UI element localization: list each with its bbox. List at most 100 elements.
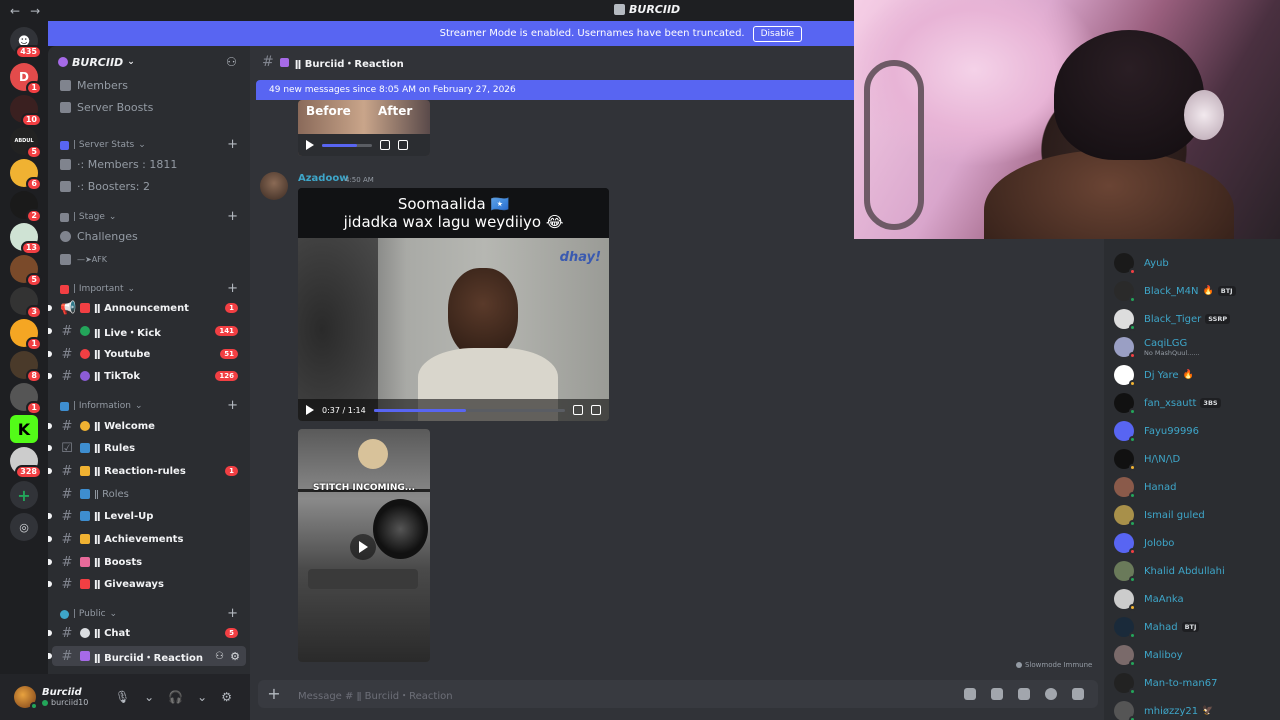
gear-icon[interactable]: ⚙	[221, 690, 232, 704]
server-icon[interactable]: 3	[10, 287, 42, 319]
channel-chat[interactable]: # ǁ Chat 5	[48, 623, 250, 643]
chevron-down-icon[interactable]: ⌄	[197, 690, 207, 704]
create-channel-plus-icon[interactable]: +	[227, 209, 238, 224]
server-icon[interactable]: 5	[10, 255, 42, 287]
channel-announcement[interactable]: 📢 ǁ Announcement 1	[48, 298, 250, 318]
members-nav[interactable]: Members	[60, 76, 128, 94]
message-composer[interactable]: + Message # ǁ Burciid・Reaction	[258, 680, 1098, 708]
headphones-icon[interactable]: 🎧	[168, 690, 183, 704]
sticker-icon[interactable]	[1018, 688, 1030, 700]
member-item[interactable]: Hanad	[1114, 475, 1176, 499]
play-icon[interactable]	[306, 140, 314, 150]
challenges-stage-channel[interactable]: Challenges	[60, 227, 138, 245]
direct-messages-button[interactable]: ☻ 435	[10, 27, 42, 59]
forward-arrow-icon[interactable]: →	[30, 4, 40, 18]
emoji-icon[interactable]	[1045, 688, 1057, 700]
afk-voice-channel[interactable]: —➤AFK	[60, 250, 107, 268]
server-boosts-nav[interactable]: Server Boosts	[60, 98, 153, 116]
fullscreen-icon[interactable]	[398, 140, 408, 150]
member-item[interactable]: MaAnka	[1114, 587, 1184, 611]
channel-reaction-rules[interactable]: # ǁ Reaction-rules 1	[48, 461, 250, 481]
video-progress[interactable]	[373, 408, 565, 412]
channel-live-kick[interactable]: # ǁ Live・Kick 141	[48, 321, 250, 341]
member-item[interactable]: fan_xsautt 3BS	[1114, 391, 1221, 415]
server-icon[interactable]: ABDUL 5	[10, 127, 42, 159]
play-overlay-button[interactable]	[350, 534, 376, 560]
member-item[interactable]: Jolobo	[1114, 531, 1174, 555]
new-messages-bar[interactable]: 49 new messages since 8:05 AM on Februar…	[256, 80, 854, 100]
apps-icon[interactable]	[1072, 688, 1084, 700]
category-information[interactable]: | Information ⌄	[60, 398, 143, 414]
create-channel-plus-icon[interactable]: +	[227, 137, 238, 152]
video-embed-2[interactable]: STITCH INCOMING...	[298, 429, 430, 662]
gear-icon[interactable]: ⚙	[230, 650, 240, 663]
category-important[interactable]: | Important ⌄	[60, 281, 135, 297]
server-icon[interactable]: 1	[10, 383, 42, 415]
server-icon[interactable]: D1	[10, 63, 42, 95]
attach-plus-icon[interactable]: +	[266, 686, 282, 702]
server-icon[interactable]: 6	[10, 159, 42, 191]
chevron-down-icon[interactable]: ⌄	[144, 690, 154, 704]
server-icon[interactable]: 1	[10, 319, 42, 351]
user-avatar[interactable]	[14, 686, 38, 710]
disable-streamer-mode-button[interactable]: Disable	[752, 25, 802, 42]
member-item[interactable]: Dj Yare 🔥	[1114, 363, 1194, 387]
microphone-icon[interactable]: 🎙	[115, 690, 130, 704]
channel-rules[interactable]: ☑ ǁ Rules	[48, 438, 250, 458]
channel-achievements[interactable]: # ǁ Achievements	[48, 529, 250, 549]
explore-servers-button[interactable]: ◎	[10, 513, 38, 541]
member-item[interactable]: Fayu99996	[1114, 419, 1199, 443]
stat-boosters-channel[interactable]: ·: Boosters: 2	[60, 177, 150, 195]
play-icon[interactable]	[306, 405, 314, 415]
member-item[interactable]: CaqiLGG No MashQuul......	[1114, 335, 1200, 359]
gif-icon[interactable]	[991, 688, 1003, 700]
channel-boosts[interactable]: # ǁ Boosts	[48, 552, 250, 572]
member-item[interactable]: H/\N/\D	[1114, 447, 1180, 471]
member-item[interactable]: Ismail guled	[1114, 503, 1205, 527]
channel-welcome[interactable]: # ǁ Welcome	[48, 416, 250, 436]
member-item[interactable]: Black_Tiger SSRP	[1114, 307, 1231, 331]
invite-people-icon[interactable]: ⚇	[226, 55, 240, 69]
create-channel-plus-icon[interactable]: +	[227, 398, 238, 413]
video-embed-1[interactable]: Soomaalida 🇸🇴 jidadka wax lagu weydiiyo …	[298, 188, 609, 421]
create-channel-plus-icon[interactable]: +	[227, 281, 238, 296]
message-author[interactable]: Azadoow	[298, 173, 348, 184]
member-item[interactable]: Man-to-man67	[1114, 671, 1217, 695]
invite-icon[interactable]: ⚇	[215, 651, 224, 662]
guild-header[interactable]: BURCIID ⌄ ⚇	[48, 46, 250, 78]
server-icon[interactable]: 2	[10, 191, 42, 223]
server-icon[interactable]: 328	[10, 447, 42, 479]
member-item[interactable]: Mahad BTJ	[1114, 615, 1200, 639]
volume-slider[interactable]	[322, 143, 372, 147]
channel-roles[interactable]: # ǁ Roles	[48, 484, 250, 504]
member-item[interactable]: Khalid Abdullahi	[1114, 559, 1225, 583]
message-input[interactable]: Message # ǁ Burciid・Reaction	[298, 687, 453, 702]
author-avatar[interactable]	[260, 172, 288, 200]
server-icon[interactable]: K	[10, 415, 38, 443]
stat-members-channel[interactable]: ·: Members : 1811	[60, 155, 177, 173]
volume-icon[interactable]	[380, 140, 390, 150]
channel-tiktok[interactable]: # ǁ TikTok 126	[48, 366, 250, 386]
video-embed-top[interactable]: Before After	[298, 100, 430, 156]
member-item[interactable]: mhiøzzy21 🦅	[1114, 699, 1213, 720]
category-stage[interactable]: | Stage ⌄	[60, 209, 116, 225]
user-names[interactable]: Burciid burciid10	[42, 687, 88, 707]
back-arrow-icon[interactable]: ←	[10, 4, 20, 18]
volume-icon[interactable]	[573, 405, 583, 415]
fullscreen-icon[interactable]	[591, 405, 601, 415]
add-server-button[interactable]: +	[10, 481, 38, 509]
member-item[interactable]: Ayub	[1114, 251, 1169, 275]
create-channel-plus-icon[interactable]: +	[227, 606, 238, 621]
server-icon[interactable]: 10	[10, 95, 42, 127]
channel-giveaways[interactable]: # ǁ Giveaways	[48, 574, 250, 594]
server-icon[interactable]: 13	[10, 223, 42, 255]
gift-icon[interactable]	[964, 688, 976, 700]
channel-burciid-reaction[interactable]: # ǁ Burciid・Reaction ⚇ ⚙	[48, 646, 246, 666]
category-public[interactable]: | Public ⌄	[60, 606, 117, 622]
channel-level-up[interactable]: # ǁ Level-Up	[48, 506, 250, 526]
category-server-stats[interactable]: | Server Stats ⌄	[60, 137, 146, 153]
server-icon[interactable]: 8	[10, 351, 42, 383]
channel-youtube[interactable]: # ǁ Youtube 51	[48, 344, 250, 364]
member-item[interactable]: Black_M4N 🔥 BTJ	[1114, 279, 1236, 303]
member-item[interactable]: Maliboy	[1114, 643, 1183, 667]
